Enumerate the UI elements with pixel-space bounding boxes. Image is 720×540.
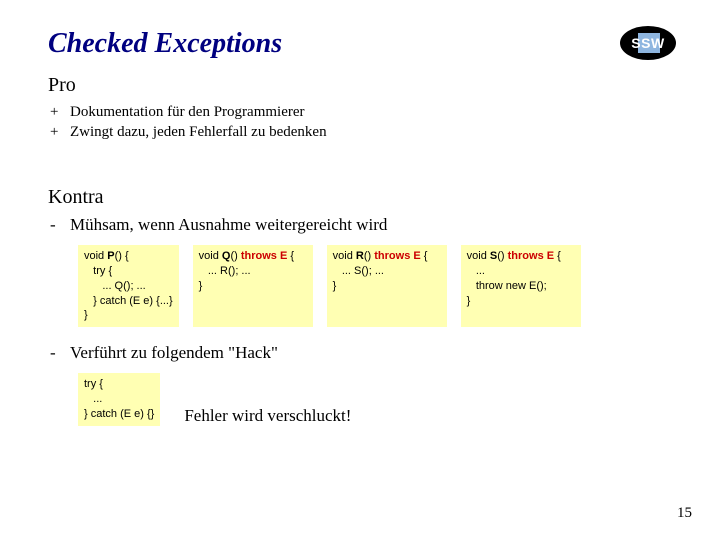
kontra-item-1: Mühsam, wenn Ausnahme weitergereicht wir…	[48, 215, 672, 235]
hack-message: Fehler wird verschluckt!	[184, 406, 351, 426]
page-number: 15	[677, 505, 692, 522]
code-row: void P() { try { ... Q(); ... } catch (E…	[78, 245, 672, 327]
code-box-p: void P() { try { ... Q(); ... } catch (E…	[78, 245, 179, 327]
kontra-item-2: Verführt zu folgendem "Hack"	[48, 343, 672, 363]
code-box-r: void R() throws E { ... S(); ... }	[327, 245, 447, 327]
code-box-q: void Q() throws E { ... R(); ... }	[193, 245, 313, 327]
code-box-s: void S() throws E { ... throw new E(); }	[461, 245, 581, 327]
ssw-logo: SSW	[620, 26, 676, 60]
pro-item: Dokumentation für den Programmierer	[48, 103, 672, 123]
code-box-hack: try { ... } catch (E e) {}	[78, 373, 160, 426]
pro-heading: Pro	[48, 74, 672, 97]
logo-text: SSW	[631, 35, 664, 51]
slide: SSW Checked Exceptions Pro Dokumentation…	[0, 0, 720, 540]
pro-list: Dokumentation für den Programmierer Zwin…	[48, 103, 672, 142]
pro-item: Zwingt dazu, jeden Fehlerfall zu bedenke…	[48, 123, 672, 143]
slide-title: Checked Exceptions	[48, 28, 672, 60]
hack-row: try { ... } catch (E e) {} Fehler wird v…	[78, 373, 672, 426]
kontra-heading: Kontra	[48, 186, 672, 209]
